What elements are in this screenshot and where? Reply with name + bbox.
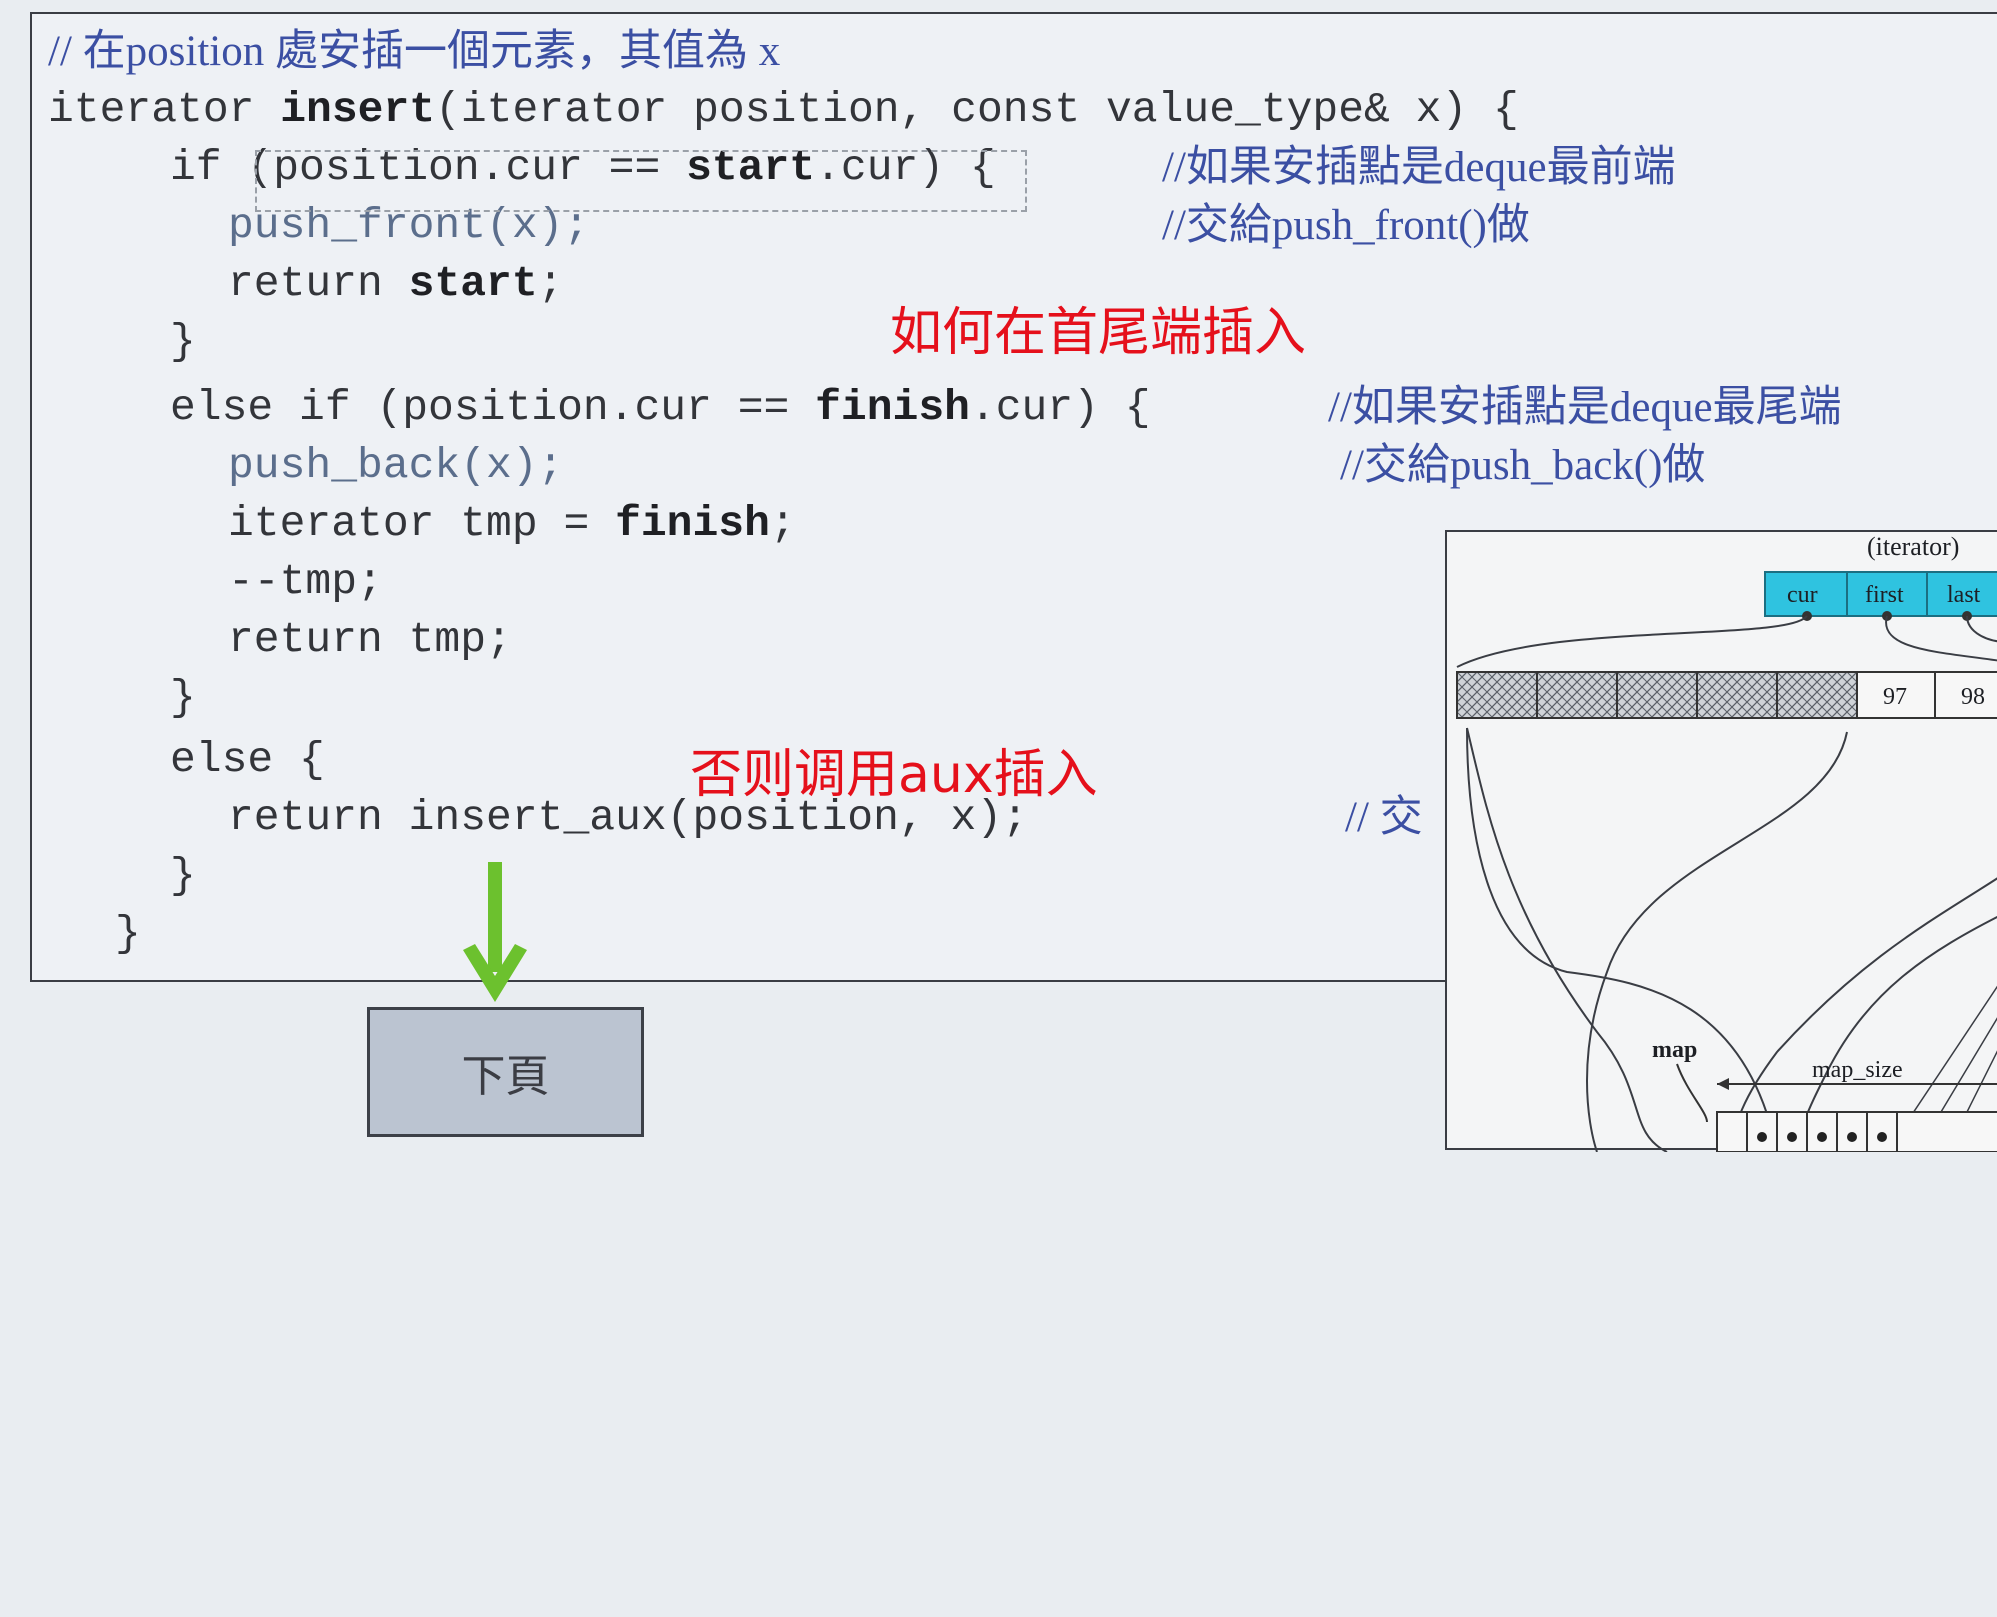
deque-diagram: (iterator) cur first last 97 98 map map_… — [1445, 530, 1997, 1152]
return-start-line: return start; — [228, 259, 564, 308]
close-brace-3: } — [170, 851, 196, 900]
decrement-line: --tmp; — [228, 557, 383, 606]
condition-highlight-box — [255, 150, 1027, 212]
next-page-button[interactable]: 下頁 — [367, 1007, 644, 1137]
map-label: map — [1652, 1037, 1697, 1063]
return-tmp-line: return tmp; — [228, 615, 512, 664]
tmp-line: iterator tmp = finish; — [228, 499, 796, 548]
close-brace-1: } — [170, 317, 196, 366]
code-block: // 在position 處安插一個元素，其值為 x iterator inse… — [0, 0, 1842, 1617]
annotation-head-tail: 如何在首尾端插入 — [890, 303, 1307, 363]
annotation-aux: 否则调用aux插入 — [690, 745, 1098, 805]
iterator-node: cur first last — [1764, 571, 1997, 621]
iterator-label: (iterator) — [1867, 532, 1959, 561]
else-if-comment: //如果安插點是deque最尾端 — [1328, 384, 1842, 431]
cell-97: 97 — [1883, 684, 1907, 710]
push-back-comment: //交給push_back()做 — [1340, 442, 1706, 489]
down-arrow-icon — [463, 862, 527, 1002]
else-if-line: else if (position.cur == finish.cur) { — [170, 383, 1151, 432]
field-cur: cur — [1787, 582, 1818, 608]
return-aux-comment: // 交 — [1345, 794, 1423, 841]
map-array — [1716, 1111, 1997, 1152]
signature-line: iterator insert(iterator position, const… — [48, 85, 1519, 134]
field-first: first — [1865, 582, 1904, 608]
close-brace-2: } — [170, 673, 196, 722]
push-front-comment: //交給push_front()做 — [1162, 202, 1530, 249]
push-back-call: push_back(x); — [228, 441, 564, 490]
if-comment: //如果安插點是deque最前端 — [1162, 144, 1676, 191]
buffer-row: 97 98 — [1456, 671, 1997, 719]
cell-98: 98 — [1961, 684, 1985, 710]
title-comment: // 在position 處安插一個元素，其值為 x — [48, 28, 781, 75]
map-size-label: map_size — [1812, 1057, 1903, 1083]
field-last: last — [1947, 582, 1981, 608]
close-brace-4: } — [115, 909, 141, 958]
else-line: else { — [170, 735, 325, 784]
